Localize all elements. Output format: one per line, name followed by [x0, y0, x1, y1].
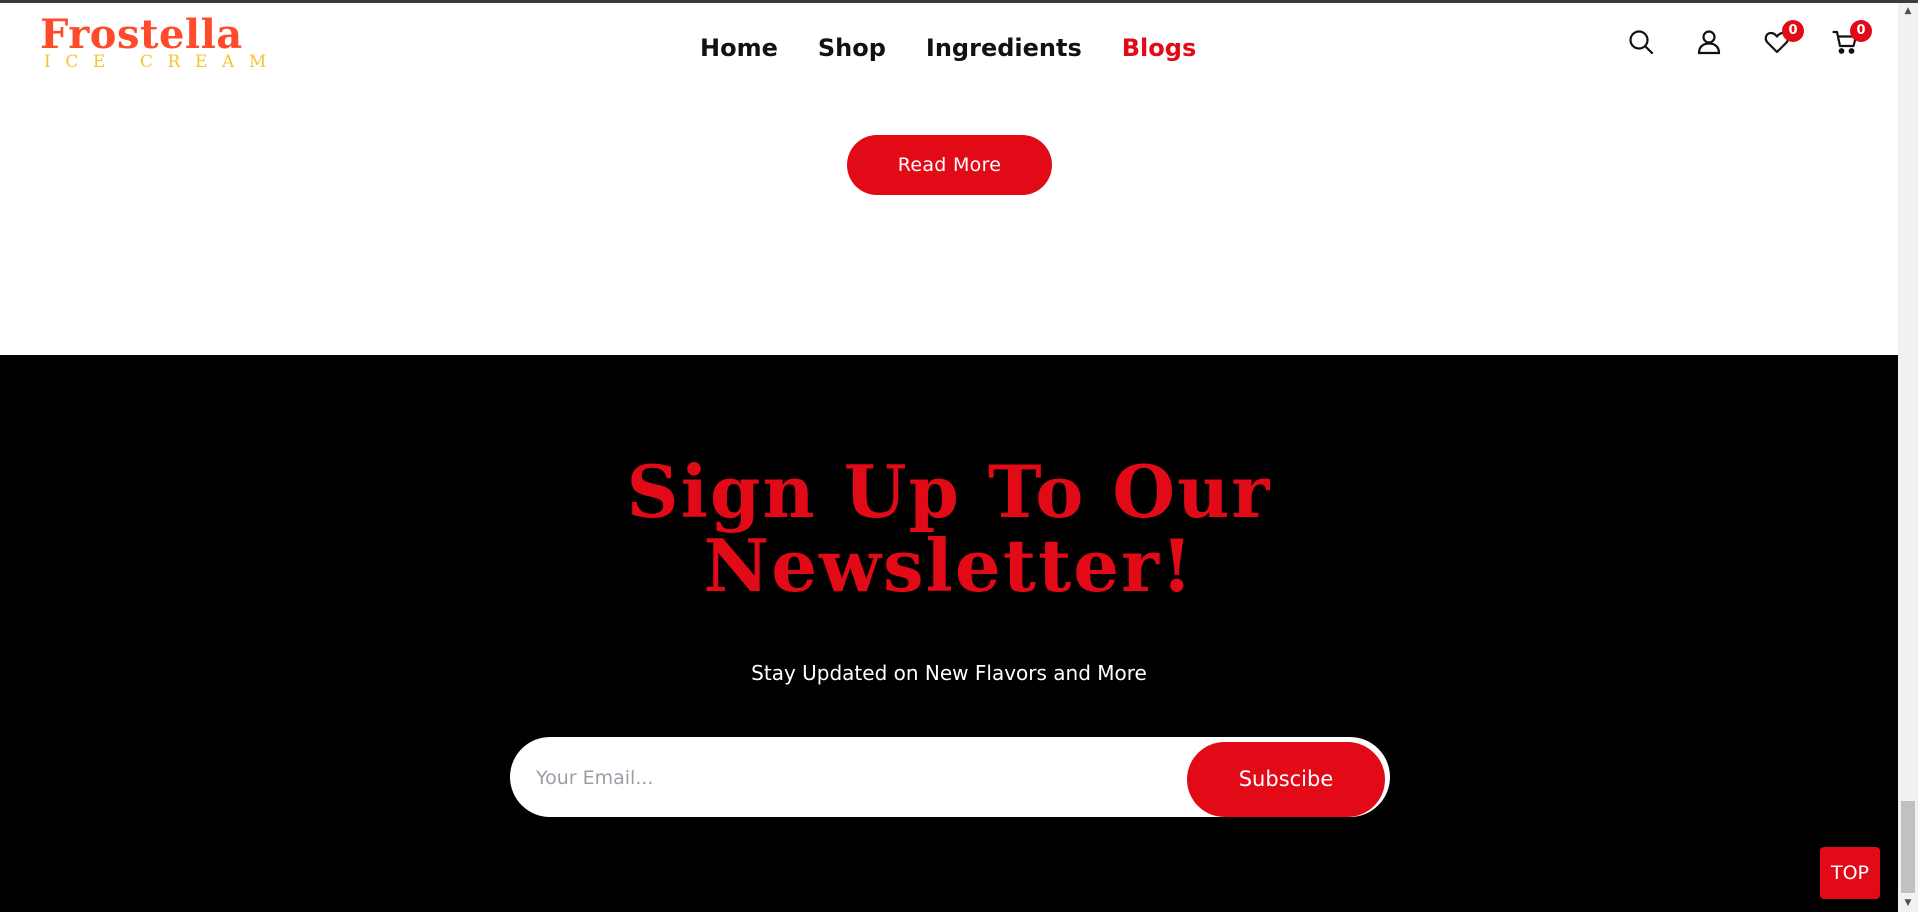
nav-item-home[interactable]: Home: [700, 31, 778, 65]
newsletter-title: Sign Up To Our Newsletter!: [0, 455, 1898, 603]
wishlist-button[interactable]: 0: [1764, 20, 1804, 55]
nav-item-ingredients[interactable]: Ingredients: [926, 31, 1082, 65]
brand-name: Frostella: [40, 11, 243, 58]
newsletter-title-line-2: Newsletter!: [703, 523, 1195, 608]
brand-logo[interactable]: Frostella ICE CREAM: [40, 11, 281, 75]
email-input[interactable]: [534, 737, 1178, 819]
newsletter-form: Subscibe: [510, 737, 1390, 819]
header-actions: 0 0: [1628, 20, 1872, 55]
newsletter-section: Sign Up To Our Newsletter! Stay Updated …: [0, 355, 1898, 912]
cart-button[interactable]: 0: [1832, 20, 1872, 55]
cart-count-badge: 0: [1850, 20, 1872, 42]
user-icon[interactable]: [1696, 29, 1722, 55]
search-icon[interactable]: [1628, 29, 1654, 55]
read-more-button[interactable]: Read More: [847, 135, 1052, 195]
newsletter-title-line-1: Sign Up To Our: [626, 449, 1272, 534]
newsletter-subtitle: Stay Updated on New Flavors and More: [751, 661, 1147, 685]
wishlist-count-badge: 0: [1782, 20, 1804, 42]
brand-tagline: ICE CREAM: [44, 52, 281, 72]
nav-item-shop[interactable]: Shop: [818, 31, 886, 65]
scroll-up-arrow-icon[interactable]: ▲: [1898, 3, 1918, 20]
page-content: Frostella ICE CREAM Home Shop Ingredient…: [0, 3, 1898, 912]
page: Frostella ICE CREAM Home Shop Ingredient…: [0, 0, 1918, 912]
main-nav: Home Shop Ingredients Blogs: [700, 31, 1196, 65]
back-to-top-button[interactable]: TOP: [1820, 847, 1880, 899]
page-scrollbar[interactable]: ▲ ▼: [1898, 3, 1918, 912]
scroll-down-arrow-icon[interactable]: ▼: [1898, 895, 1918, 912]
subscribe-button[interactable]: Subscibe: [1187, 742, 1385, 817]
scrollbar-thumb[interactable]: [1901, 801, 1915, 893]
nav-item-blogs[interactable]: Blogs: [1122, 31, 1196, 65]
site-header: Frostella ICE CREAM Home Shop Ingredient…: [0, 3, 1898, 87]
